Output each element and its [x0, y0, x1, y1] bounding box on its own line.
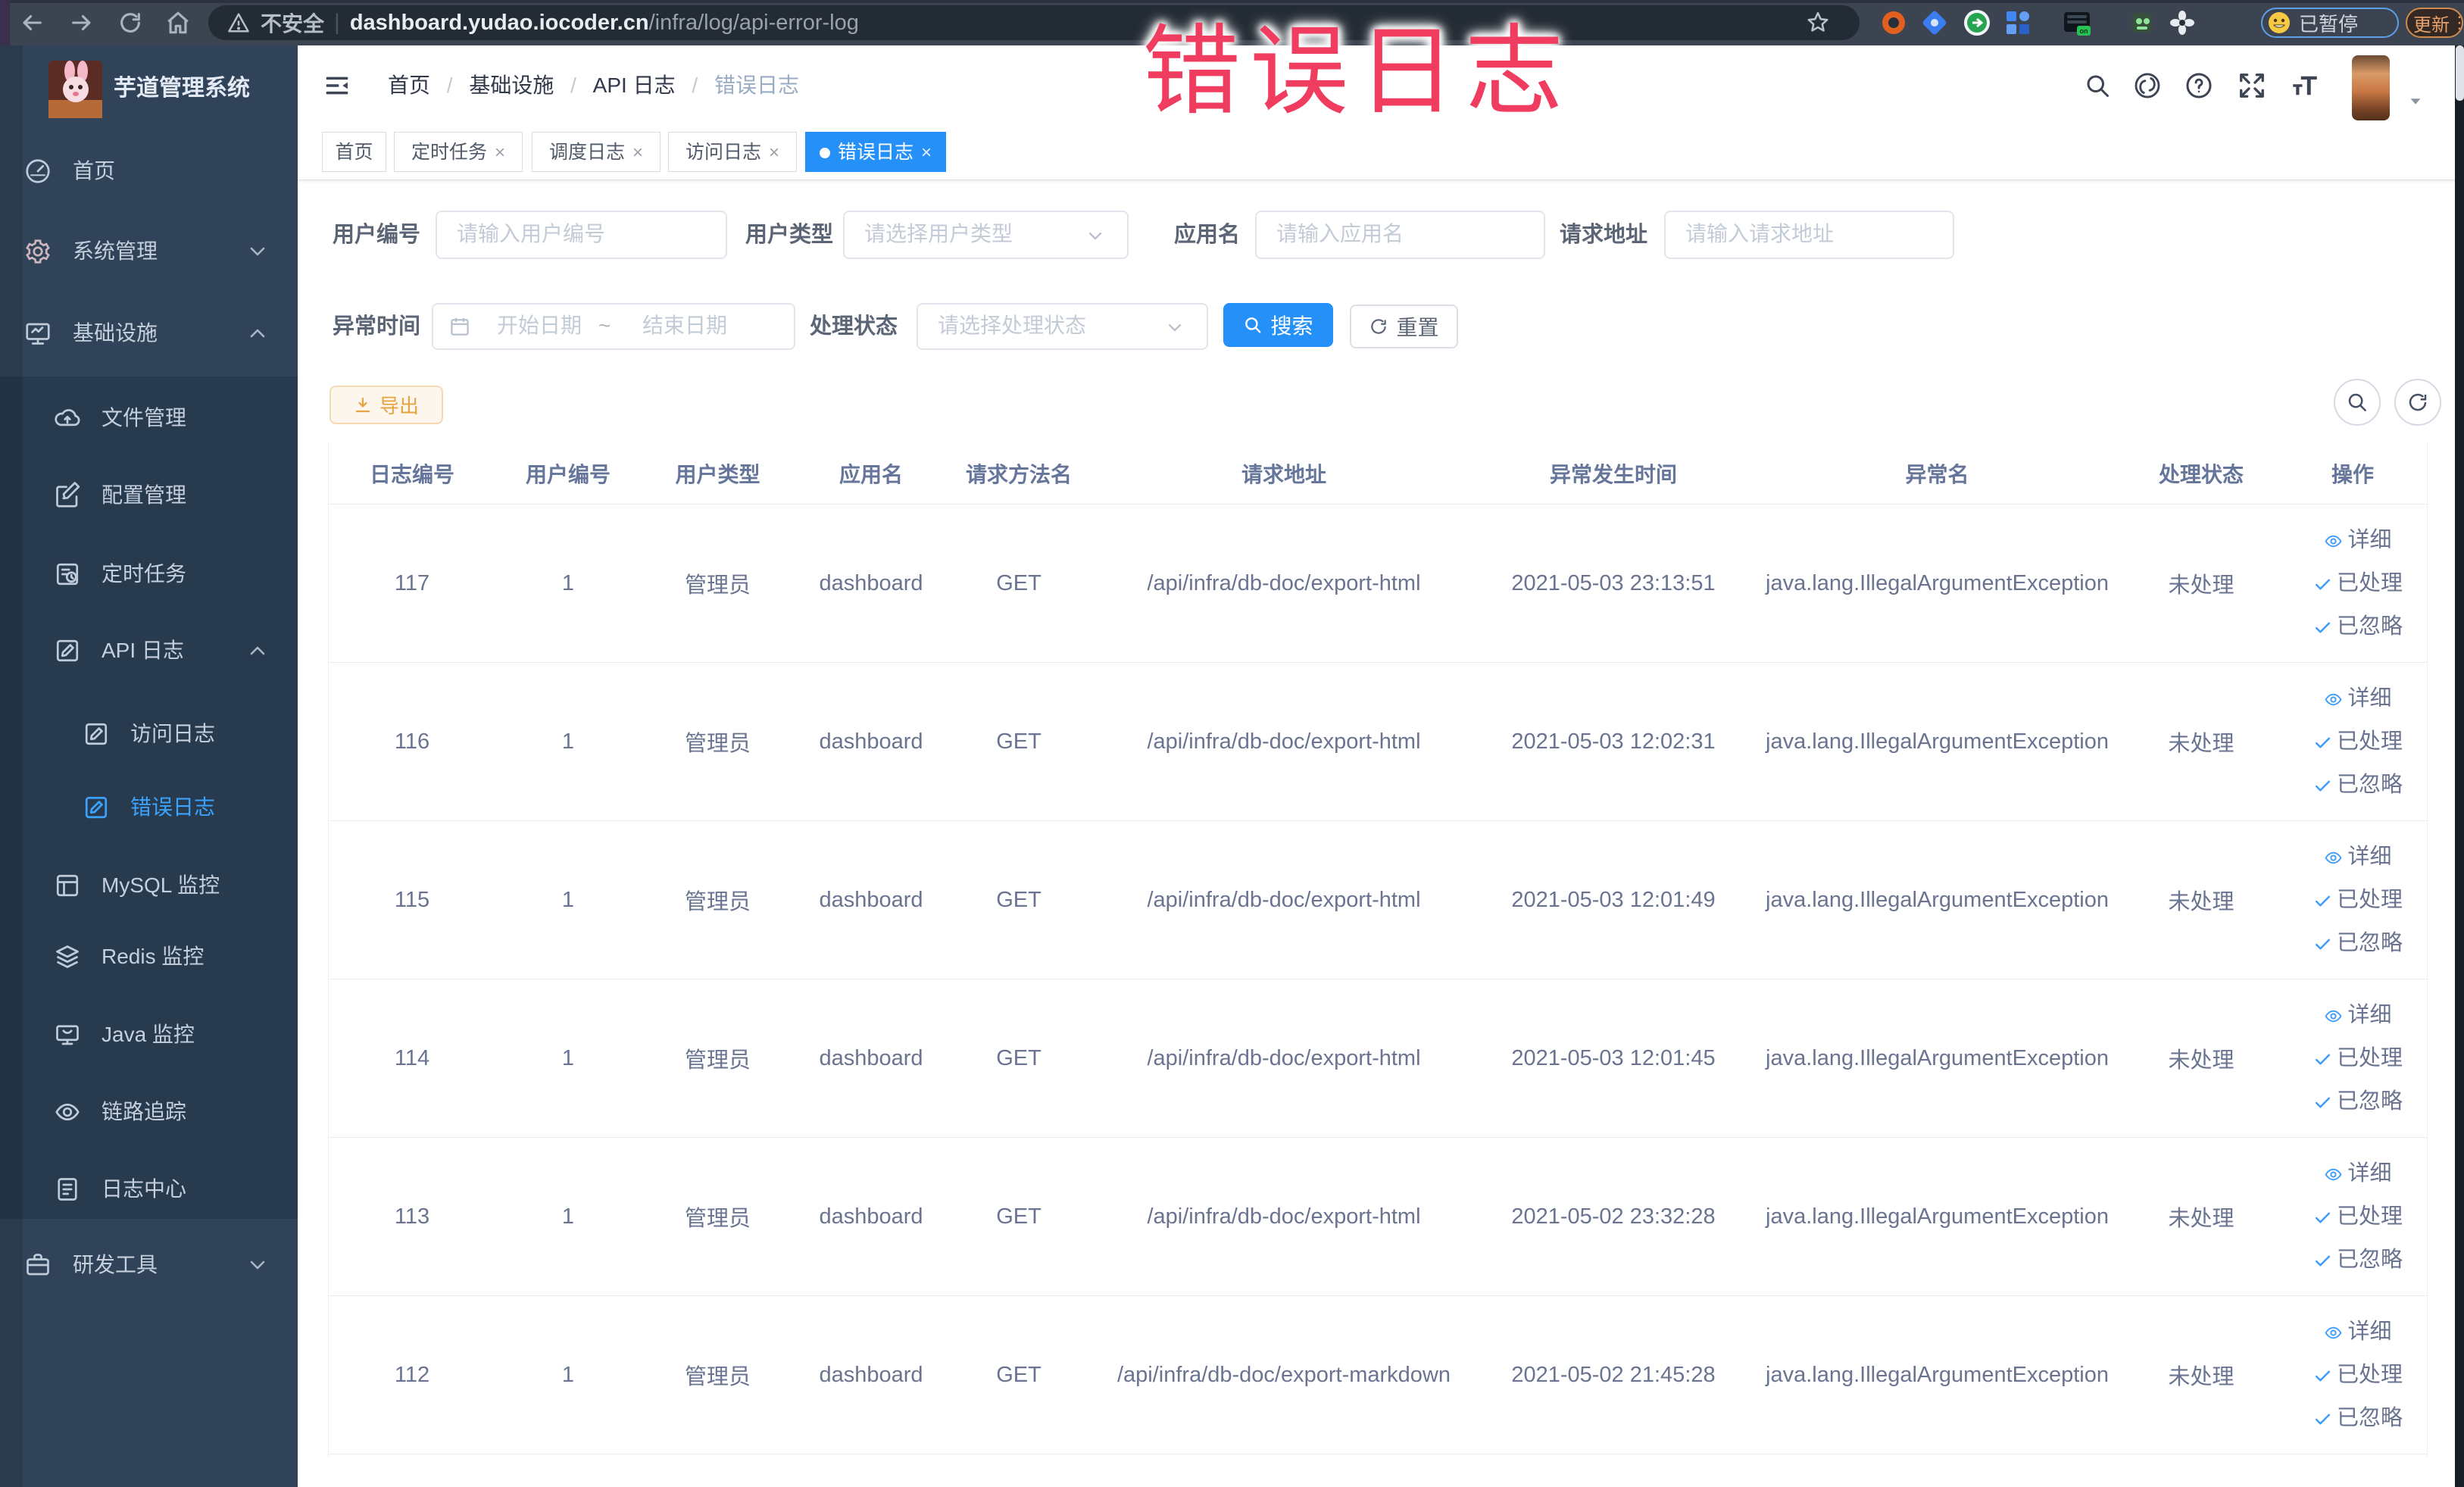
svg-text:on: on — [2080, 27, 2088, 35]
